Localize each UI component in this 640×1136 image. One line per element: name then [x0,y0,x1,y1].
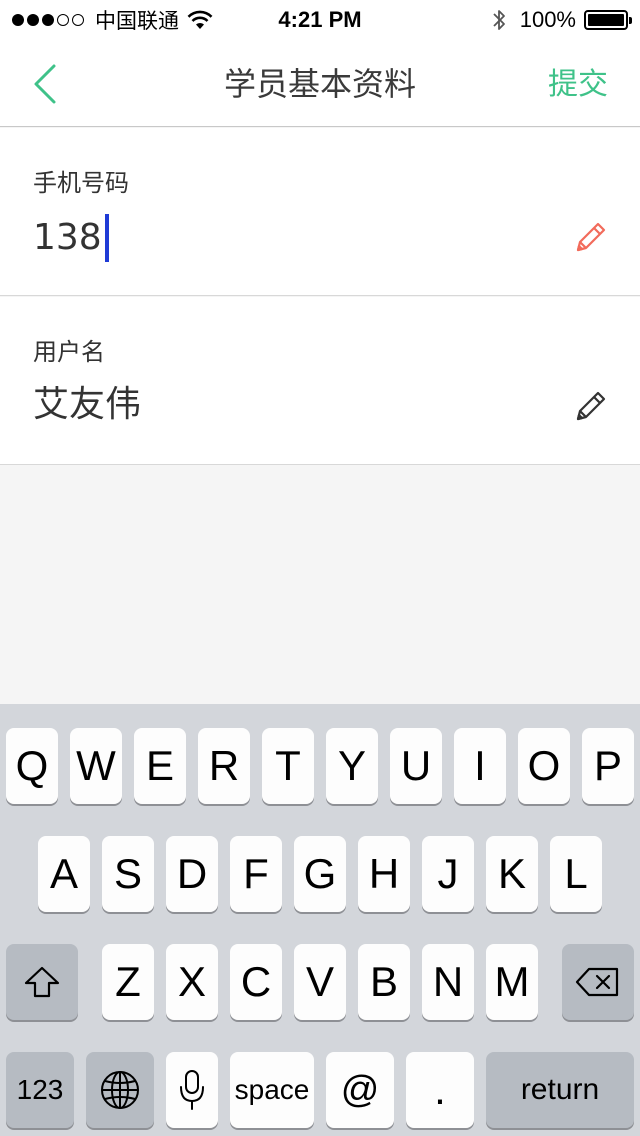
dictation-key[interactable] [166,1052,218,1128]
key-t[interactable]: T [262,728,314,804]
key-c[interactable]: C [230,944,282,1020]
key-e[interactable]: E [134,728,186,804]
shift-key[interactable] [6,944,78,1020]
page-title: 学员基本资料 [223,65,416,103]
at-key[interactable]: @ [326,1052,394,1128]
status-right: 100% [492,6,632,34]
key-i[interactable]: I [454,728,506,804]
phone-value: 138 [33,217,102,258]
battery-percent: 100% [519,7,576,32]
key-o[interactable]: O [518,728,570,804]
key-n[interactable]: N [422,944,474,1020]
key-d[interactable]: D [166,836,218,912]
space-key[interactable]: space [230,1052,314,1128]
return-key[interactable]: return [486,1052,634,1128]
globe-key[interactable] [86,1052,154,1128]
phone-field-row[interactable]: 手机号码 138 [0,128,640,296]
phone-input[interactable]: 138 [33,214,109,262]
key-p[interactable]: P [582,728,634,804]
pencil-icon[interactable] [572,220,608,256]
submit-button[interactable]: 提交 [548,66,608,104]
key-g[interactable]: G [294,836,346,912]
key-u[interactable]: U [390,728,442,804]
key-j[interactable]: J [422,836,474,912]
key-m[interactable]: M [486,944,538,1020]
period-key[interactable]: . [406,1052,474,1128]
key-k[interactable]: K [486,836,538,912]
key-w[interactable]: W [70,728,122,804]
key-y[interactable]: Y [326,728,378,804]
key-s[interactable]: S [102,836,154,912]
key-v[interactable]: V [294,944,346,1020]
navigation-bar: 学员基本资料 提交 [0,40,640,127]
key-a[interactable]: A [38,836,90,912]
delete-key[interactable] [562,944,634,1020]
key-l[interactable]: L [550,836,602,912]
globe-icon [101,1071,139,1109]
keyboard: Q W E R T Y U I O P A S D F G H J K L Z … [0,704,640,1136]
battery-icon [584,10,632,30]
status-bar: 中国联通 4:21 PM 100% [0,0,640,40]
key-b[interactable]: B [358,944,410,1020]
shift-icon [24,966,60,998]
numbers-key[interactable]: 123 [6,1052,74,1128]
username-field-row[interactable]: 用户名 艾友伟 [0,297,640,465]
username-input[interactable]: 艾友伟 [33,383,141,427]
text-cursor [104,214,109,262]
username-value: 艾友伟 [33,384,142,425]
username-label: 用户名 [33,338,105,366]
key-r[interactable]: R [198,728,250,804]
key-q[interactable]: Q [6,728,58,804]
phone-label: 手机号码 [33,169,129,197]
microphone-icon [180,1070,204,1110]
key-z[interactable]: Z [102,944,154,1020]
bluetooth-icon [493,10,505,30]
pencil-icon[interactable] [572,389,608,425]
key-f[interactable]: F [230,836,282,912]
backspace-icon [575,967,619,997]
key-h[interactable]: H [358,836,410,912]
key-x[interactable]: X [166,944,218,1020]
